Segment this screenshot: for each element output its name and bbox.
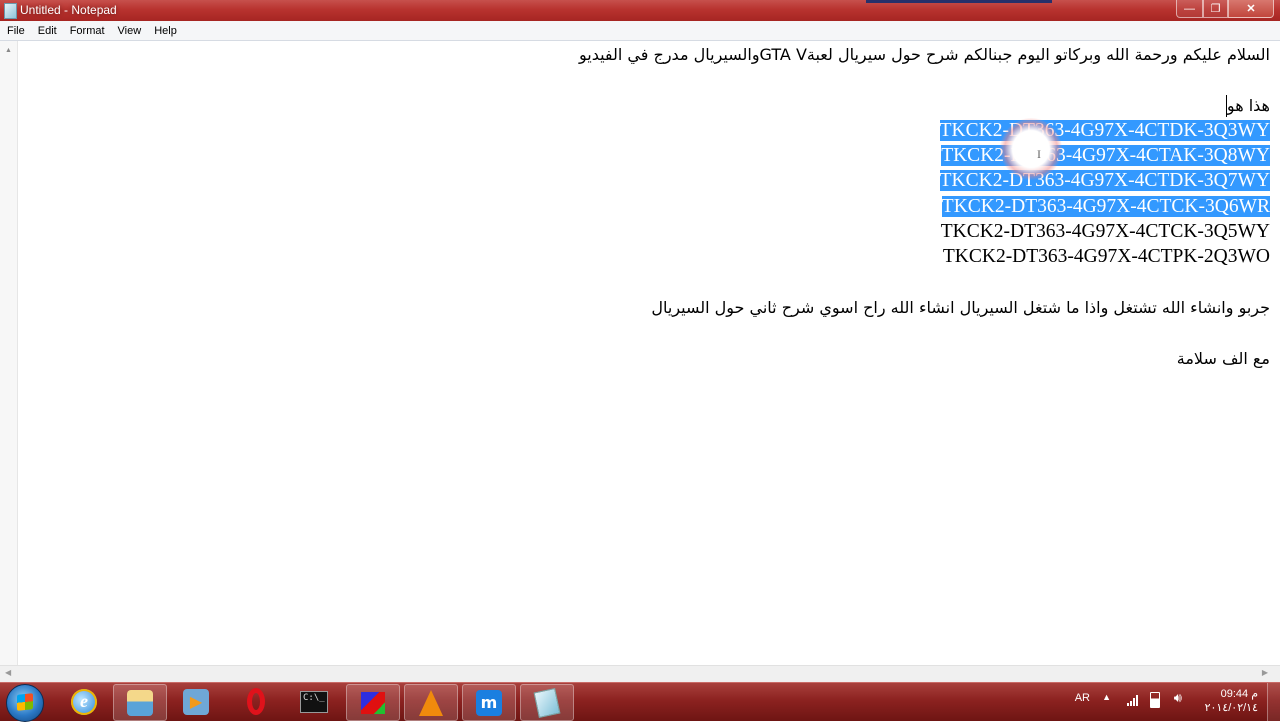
notepad-icon [533,687,561,718]
scroll-left-arrow-icon[interactable]: ◀ [5,668,11,677]
text-line[interactable]: TKCK2-DT363-4G97X-4CTDK-3Q7WY [579,168,1270,193]
selected-serial-key: TKCK2-DT363-4G97X-4CTAK-3Q8WY [941,145,1270,167]
menu-help[interactable]: Help [147,25,183,37]
taskbar-3d-cube-app[interactable] [346,684,400,721]
internet-explorer-icon: e [71,688,97,715]
media-player-icon: ▶ [183,688,209,715]
taskbar-command-prompt[interactable]: C:\_ [288,684,340,719]
arabic-text: مع الف سلامة [1176,348,1270,368]
close-button[interactable]: ✕ [1228,0,1274,18]
show-desktop-button[interactable] [1267,683,1280,721]
command-prompt-icon: C:\_ [300,690,328,713]
arabic-text: السلام عليكم ورحمة الله وبركاتو اليوم جب… [578,45,1270,64]
text-editor[interactable]: ▲ السلام عليكم ورحمة الله وبركاتو اليوم … [0,41,1280,665]
ibeam-cursor-icon: I [1037,147,1041,161]
window-title: Untitled - Notepad [20,3,117,17]
taskbar-maxthon[interactable]: m [462,684,516,721]
document-text[interactable]: السلام عليكم ورحمة الله وبركاتو اليوم جب… [579,42,1270,371]
menu-view[interactable]: View [111,25,148,37]
menu-file[interactable]: File [0,25,31,37]
start-button[interactable] [6,684,44,722]
network-icon[interactable] [1127,694,1138,706]
text-line[interactable]: السلام عليكم ورحمة الله وبركاتو اليوم جب… [579,42,1270,67]
show-hidden-icons-icon[interactable]: ▲ [1102,692,1111,702]
taskbar-opera[interactable] [230,684,282,719]
scroll-right-arrow-icon[interactable]: ▶ [1262,668,1268,677]
menu-bar: File Edit Format View Help [0,21,1280,41]
taskbar-vlc[interactable] [404,684,458,721]
clock-date: ٢٠١٤/٠٢/١٤ [1204,702,1258,714]
selected-serial-key: TKCK2-DT363-4G97X-4CTDK-3Q7WY [939,170,1270,192]
taskbar: e ▶ C:\_ m AR ▲ 🔊︎ 09:44 م ٢٠١٤/٠٢/١٤ [0,682,1280,722]
language-indicator[interactable]: AR [1075,692,1090,704]
battery-icon[interactable] [1150,692,1160,708]
text-line[interactable]: TKCK2-DT363-4G97X-4CTCK-3Q5WY [579,219,1270,244]
serial-key: TKCK2-DT363-4G97X-4CTCK-3Q5WY [940,221,1270,243]
menu-edit[interactable]: Edit [31,25,63,37]
selected-serial-key: TKCK2-DT363-4G97X-4CTDK-3Q3WY [939,119,1270,141]
opera-icon [247,688,265,715]
empty-line[interactable] [579,67,1270,92]
maximize-button[interactable]: ❐ [1203,0,1228,18]
vlc-icon [419,689,443,716]
text-line[interactable]: مع الف سلامة [579,346,1270,371]
taskbar-notepad[interactable] [520,684,574,721]
clock-time: 09:44 م [1220,688,1258,700]
horizontal-scrollbar[interactable]: ◀ ▶ [0,665,1280,683]
cube-icon [361,691,385,714]
system-tray: AR ▲ 🔊︎ 09:44 م ٢٠١٤/٠٢/١٤ [1040,683,1280,721]
volume-icon[interactable]: 🔊︎ [1174,690,1182,706]
menu-format[interactable]: Format [63,25,111,37]
vertical-scrollbar[interactable]: ▲ [0,41,18,665]
window-controls: — ❐ ✕ [1176,0,1274,18]
text-line[interactable]: TKCK2-DT363-4G97X-4CTDK-3Q3WY [579,118,1270,143]
folder-icon [127,689,153,716]
clock[interactable]: 09:44 م ٢٠١٤/٠٢/١٤ [1188,687,1258,715]
arabic-text: هذا هو [1226,95,1270,115]
windows-logo-icon [17,693,33,711]
taskbar-media-player[interactable]: ▶ [170,684,222,719]
maxthon-icon: m [476,689,502,716]
empty-line[interactable] [579,270,1270,295]
text-line[interactable]: هذا هو [579,93,1270,118]
selected-serial-key: TKCK2-DT363-4G97X-4CTCK-3Q6WR [941,195,1270,217]
text-line[interactable]: TKCK2-DT363-4G97X-4CTPK-2Q3WO [579,244,1270,269]
taskbar-windows-explorer[interactable] [113,684,167,721]
notepad-app-icon[interactable] [4,3,17,19]
click-highlight [1000,118,1062,180]
taskbar-internet-explorer[interactable]: e [58,684,110,719]
minimize-button[interactable]: — [1176,0,1203,18]
text-line[interactable]: TKCK2-DT363-4G97X-4CTAK-3Q8WY [579,143,1270,168]
serial-key: TKCK2-DT363-4G97X-4CTPK-2Q3WO [942,246,1270,268]
text-line[interactable]: TKCK2-DT363-4G97X-4CTCK-3Q6WR [579,194,1270,219]
title-bar[interactable]: Untitled - Notepad — ❐ ✕ [0,0,1280,21]
scroll-up-arrow-icon[interactable]: ▲ [5,47,12,54]
title-bar-strip [866,0,1052,3]
text-line[interactable]: جربو وانشاء الله تشتغل واذا ما شتغل السي… [579,295,1270,320]
empty-line[interactable] [579,320,1270,345]
arabic-text: جربو وانشاء الله تشتغل واذا ما شتغل السي… [651,297,1270,317]
